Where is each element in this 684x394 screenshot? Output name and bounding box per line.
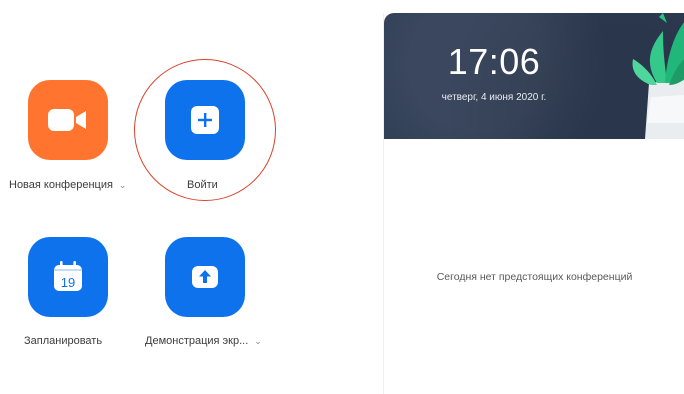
share-screen-label[interactable]: Демонстрация экр... ⌄ xyxy=(145,335,262,347)
chevron-down-icon[interactable]: ⌄ xyxy=(119,180,127,190)
plus-icon xyxy=(191,106,219,134)
no-meetings-message: Сегодня нет предстоящих конференций xyxy=(436,271,633,283)
new-meeting-label[interactable]: Новая конференция ⌄ xyxy=(9,179,126,191)
share-screen-button[interactable] xyxy=(165,237,245,317)
join-button[interactable] xyxy=(165,80,245,160)
join-label[interactable]: Войти xyxy=(187,179,218,191)
upcoming-meetings-panel: 17:06 четверг, 4 июня 2020 г. Сегодня не… xyxy=(383,13,684,394)
clock-header: 17:06 четверг, 4 июня 2020 г. xyxy=(384,13,684,139)
calendar-day: 19 xyxy=(61,275,75,290)
clock-time: 17:06 xyxy=(447,41,541,82)
plant-illustration xyxy=(632,13,684,139)
calendar-icon: 19 xyxy=(54,261,82,291)
share-screen-text: Демонстрация экр... xyxy=(145,335,249,347)
schedule-label[interactable]: Запланировать xyxy=(24,335,102,347)
video-camera-icon xyxy=(48,109,86,131)
share-up-arrow-icon xyxy=(192,266,218,288)
schedule-button[interactable]: 19 xyxy=(28,237,108,317)
clock-date: четверг, 4 июня 2020 г. xyxy=(441,92,547,103)
new-meeting-text: Новая конференция xyxy=(9,179,113,191)
chevron-down-icon[interactable]: ⌄ xyxy=(254,336,262,346)
new-meeting-button[interactable] xyxy=(28,80,108,160)
